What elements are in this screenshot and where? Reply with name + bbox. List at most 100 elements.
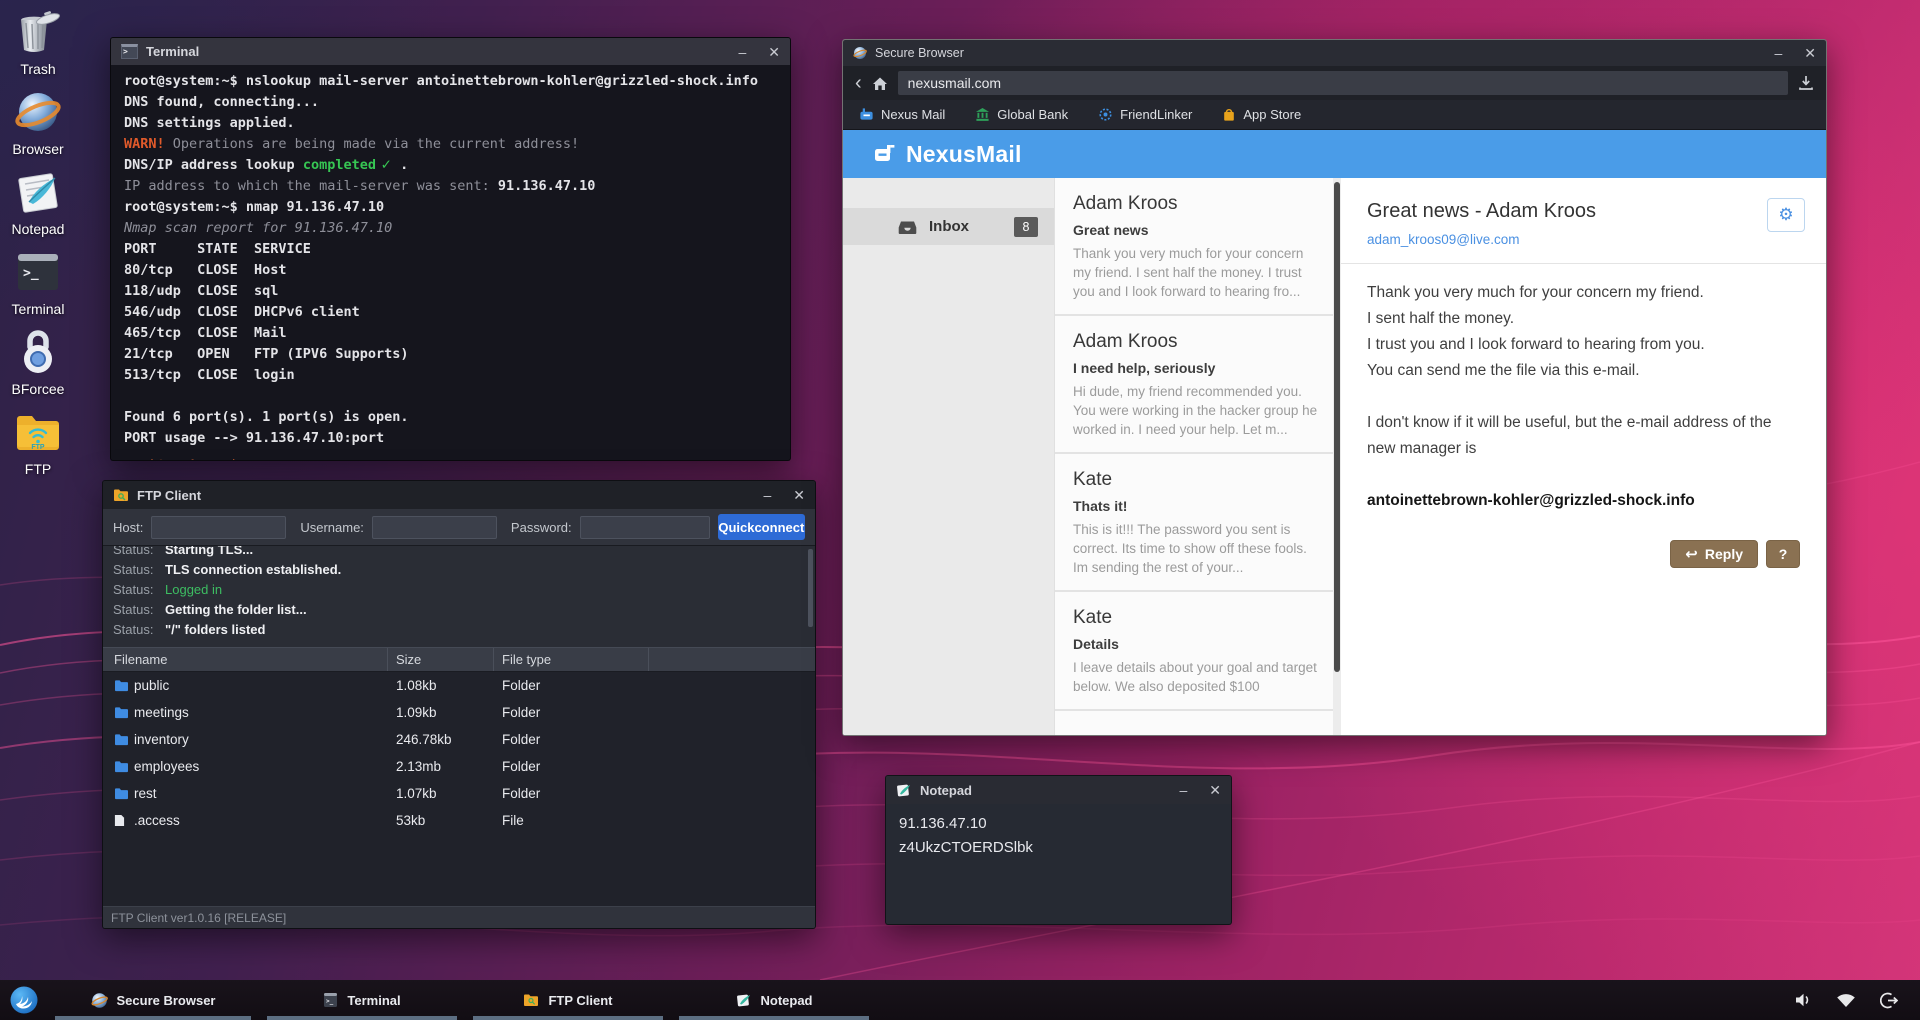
- quickconnect-button[interactable]: Quickconnect: [718, 514, 805, 540]
- email-list-item[interactable]: Adam KroosGreat newsThank you very much …: [1055, 178, 1333, 316]
- url-input[interactable]: [898, 71, 1788, 95]
- file-size: 1.09kb: [388, 705, 494, 720]
- taskbar-item-secure-browser[interactable]: Secure Browser: [55, 980, 251, 1020]
- ftp-file-row[interactable]: rest1.07kbFolder: [103, 780, 815, 807]
- close-button[interactable]: ✕: [768, 45, 780, 59]
- system-tray: [1794, 992, 1920, 1009]
- ftp-toolbar: Host: Username: Password: Quickconnect: [103, 509, 815, 546]
- download-icon[interactable]: [1798, 75, 1814, 91]
- close-button[interactable]: ✕: [793, 488, 805, 502]
- desktop-icon-terminal[interactable]: >_ Terminal: [4, 246, 72, 317]
- file-type: Folder: [494, 759, 540, 774]
- ftp-titlebar[interactable]: FTP Client – ✕: [103, 481, 815, 509]
- ftp-file-row[interactable]: .access53kbFile: [103, 807, 815, 834]
- column-header-filename[interactable]: Filename: [103, 648, 388, 671]
- notepad-line: z4UkzCTOERDSlbk: [899, 836, 1218, 860]
- email-from-link[interactable]: adam_kroos09@live.com: [1367, 232, 1800, 247]
- close-button[interactable]: ✕: [1209, 783, 1221, 797]
- reply-button[interactable]: ↩ Reply: [1670, 540, 1758, 568]
- email-list-item[interactable]: KateDetailsI leave details about your go…: [1055, 592, 1333, 711]
- ftp-file-row[interactable]: meetings1.09kbFolder: [103, 699, 815, 726]
- wifi-icon[interactable]: [1836, 993, 1856, 1008]
- scrollbar-thumb[interactable]: [1334, 182, 1340, 672]
- status-label: Status:: [113, 582, 159, 597]
- terminal-app-icon: >_: [12, 246, 64, 298]
- inbox-label: Inbox: [929, 218, 969, 235]
- email-list-item[interactable]: Adam KroosI need help, seriouslyHi dude,…: [1055, 316, 1333, 454]
- desktop-icon-label: Terminal: [12, 301, 65, 317]
- terminal-line: PORT usage --> 91.136.47.10:port: [124, 428, 777, 449]
- bookmark-nexus-mail[interactable]: Nexus Mail: [859, 107, 945, 122]
- reply-label: Reply: [1705, 546, 1743, 562]
- power-icon[interactable]: [1880, 992, 1898, 1009]
- desktop-icon-label: Browser: [12, 141, 63, 157]
- email-preview: Hi dude, my friend recommended you. You …: [1073, 382, 1319, 439]
- column-header-size[interactable]: Size: [388, 648, 494, 671]
- taskbar-item-notepad[interactable]: Notepad: [679, 980, 869, 1020]
- email-list-scrollbar[interactable]: [1333, 178, 1341, 736]
- email-actions: ↩ Reply ?: [1367, 540, 1800, 568]
- inbox-icon: [898, 219, 917, 235]
- bookmark-label: FriendLinker: [1120, 107, 1192, 122]
- column-header-filetype[interactable]: File type: [494, 648, 649, 671]
- desktop-icon-ftp[interactable]: FTP FTP: [4, 406, 72, 477]
- host-input[interactable]: [151, 516, 286, 539]
- file-type: Folder: [494, 678, 540, 693]
- ftp-status-panel: Status:Starting TLS...Status:TLS connect…: [103, 546, 815, 647]
- ftp-file-row[interactable]: inventory246.78kbFolder: [103, 726, 815, 753]
- notepad-titlebar[interactable]: Notepad – ✕: [886, 776, 1231, 804]
- ftp-folder-icon: FTP: [12, 406, 64, 458]
- file-size: 1.08kb: [388, 678, 494, 693]
- email-list-item[interactable]: KateThats it!This is it!!! The password …: [1055, 454, 1333, 592]
- browser-titlebar[interactable]: Secure Browser – ✕: [843, 40, 1826, 66]
- desktop-icon-notepad[interactable]: Notepad: [4, 166, 72, 237]
- browser-window-icon: [853, 46, 867, 60]
- friendlinker-icon: [1098, 107, 1113, 122]
- trash-icon: [12, 6, 64, 58]
- file-icon: [114, 814, 134, 827]
- file-name: meetings: [134, 705, 388, 720]
- back-button[interactable]: ‹: [855, 73, 862, 93]
- username-input[interactable]: [372, 516, 497, 539]
- bookmark-app-store[interactable]: App Store: [1222, 107, 1301, 122]
- terminal-titlebar[interactable]: > Terminal – ✕: [111, 38, 790, 65]
- taskbar-item-ftp-client[interactable]: FTP Client: [473, 980, 663, 1020]
- help-button[interactable]: ?: [1766, 540, 1800, 568]
- padlock-icon: [12, 326, 64, 378]
- bookmark-global-bank[interactable]: Global Bank: [975, 107, 1068, 122]
- folder-icon: [114, 733, 134, 746]
- globe-icon: [91, 992, 108, 1009]
- volume-icon[interactable]: [1794, 992, 1812, 1008]
- notepad-text-area[interactable]: 91.136.47.10 z4UkzCTOERDSlbk: [886, 804, 1231, 868]
- minimize-button[interactable]: –: [1179, 783, 1187, 797]
- svg-text:FTP: FTP: [31, 444, 45, 451]
- notepad-title: Notepad: [920, 783, 972, 798]
- browser-navbar: ‹: [843, 66, 1826, 100]
- taskbar-item-terminal[interactable]: >_ Terminal: [267, 980, 457, 1020]
- desktop-icon-bforcee[interactable]: BForcee: [4, 326, 72, 397]
- terminal-line: DNS found, connecting...: [124, 92, 777, 113]
- taskbar-item-label: Notepad: [761, 993, 813, 1008]
- minimize-button[interactable]: –: [738, 45, 746, 59]
- bookmark-friendlinker[interactable]: FriendLinker: [1098, 107, 1192, 122]
- home-icon[interactable]: [872, 76, 888, 91]
- close-button[interactable]: ✕: [1804, 46, 1816, 60]
- ftp-file-row[interactable]: public1.08kbFolder: [103, 672, 815, 699]
- password-input[interactable]: [580, 516, 710, 539]
- desktop-icon-trash[interactable]: Trash: [4, 6, 72, 77]
- browser-globe-icon: [12, 86, 64, 138]
- sidebar-item-inbox[interactable]: Inbox 8: [843, 208, 1054, 245]
- email-settings-button[interactable]: ⚙: [1767, 198, 1805, 232]
- status-text: "/" folders listed: [165, 622, 265, 637]
- file-size: 53kb: [388, 813, 494, 828]
- terminal-line: 513/tcp CLOSE login: [124, 365, 777, 386]
- system-menu-icon[interactable]: [8, 984, 40, 1016]
- terminal-output[interactable]: root@system:~$ nslookup mail-server anto…: [111, 65, 790, 461]
- minimize-button[interactable]: –: [763, 488, 771, 502]
- desktop-icon-browser[interactable]: Browser: [4, 86, 72, 157]
- email-sender: Adam Kroos: [1073, 193, 1319, 215]
- shopping-bag-icon: [1222, 107, 1236, 122]
- ftp-file-row[interactable]: employees2.13mbFolder: [103, 753, 815, 780]
- minimize-button[interactable]: –: [1774, 46, 1782, 60]
- ftp-status-scrollbar[interactable]: [808, 549, 813, 627]
